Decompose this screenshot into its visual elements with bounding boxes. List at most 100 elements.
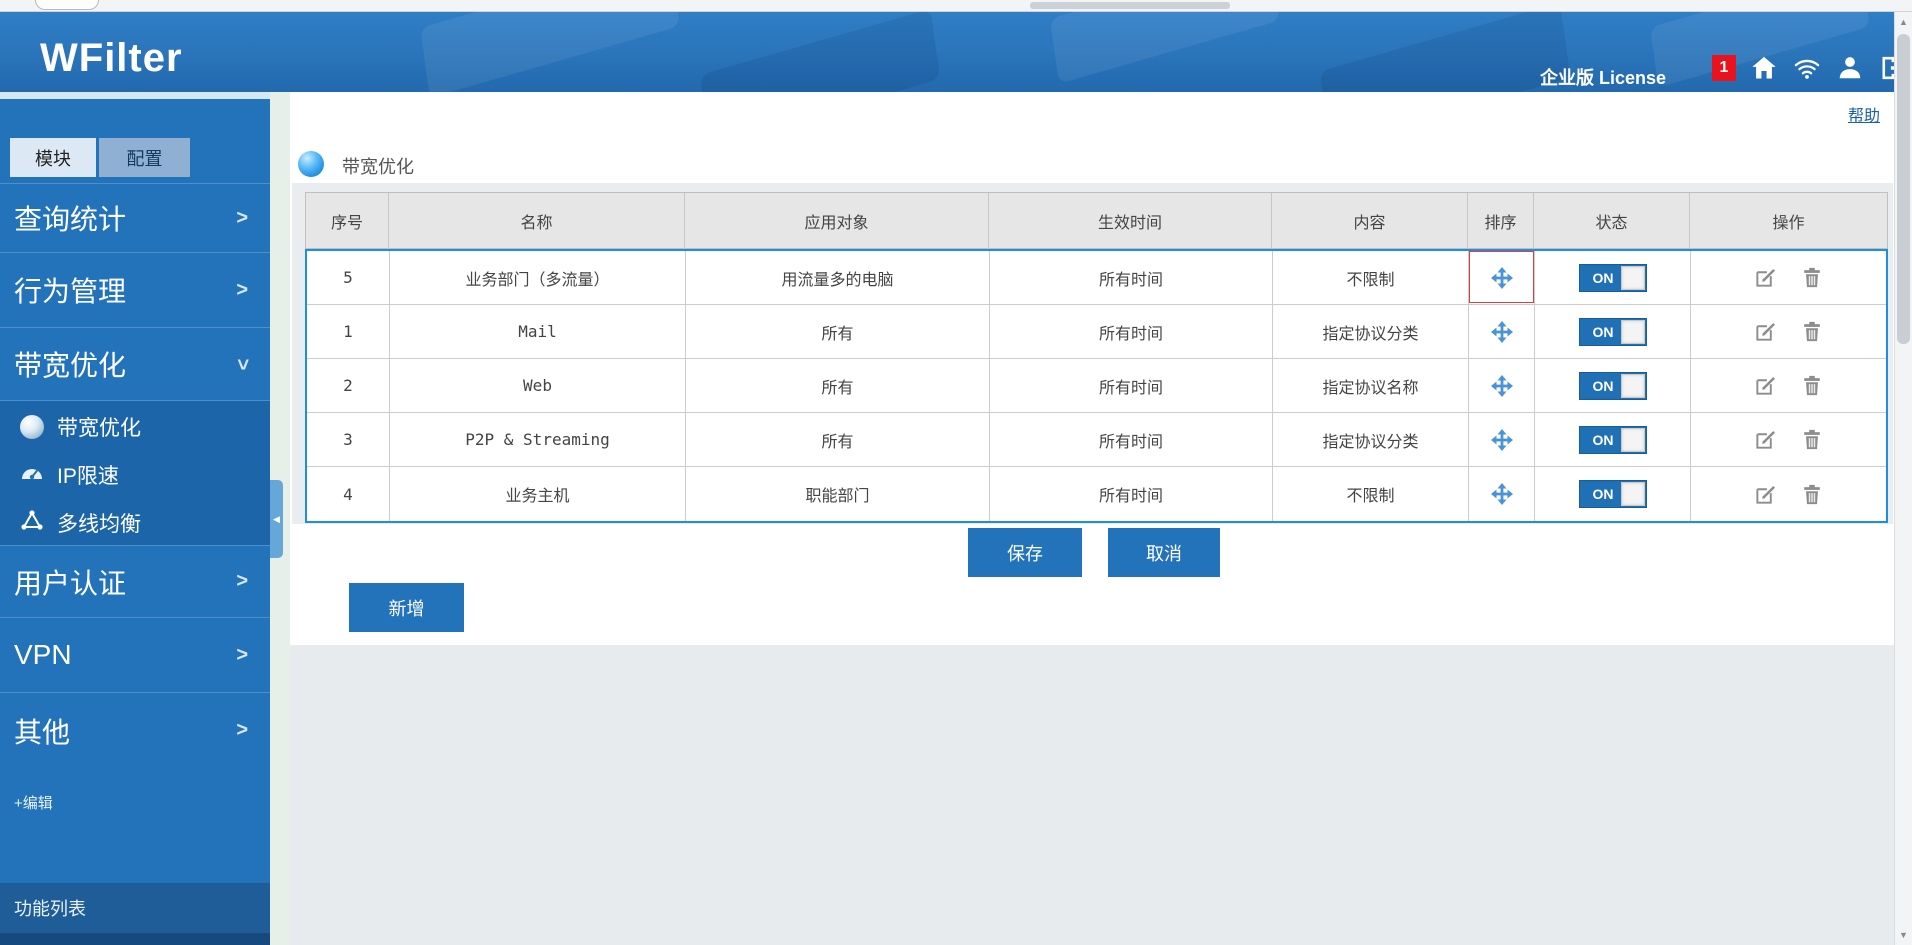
main-content: 帮助 带宽优化 序号 名称 应用对象 生效时间 内容 排序 状态 操作 5业务部… bbox=[290, 92, 1894, 945]
move-icon[interactable] bbox=[1490, 482, 1514, 506]
table-panel: 序号 名称 应用对象 生效时间 内容 排序 状态 操作 5业务部门（多流量）用流… bbox=[292, 183, 1893, 524]
column-header-status: 状态 bbox=[1534, 193, 1690, 248]
menu-label: 其他 bbox=[14, 711, 70, 751]
status-toggle[interactable]: ON bbox=[1579, 426, 1647, 454]
cancel-button[interactable]: 取消 bbox=[1108, 528, 1220, 577]
cell-target: 用流量多的电脑 bbox=[686, 251, 990, 305]
move-icon[interactable] bbox=[1490, 266, 1514, 290]
table-row: 2Web所有所有时间指定协议名称ON bbox=[307, 359, 1886, 413]
chevron-right-icon: > bbox=[236, 570, 248, 593]
cell-content: 不限制 bbox=[1273, 467, 1469, 521]
sidebar-item-query-stats[interactable]: 查询统计 > bbox=[0, 183, 270, 252]
home-icon[interactable] bbox=[1749, 53, 1779, 83]
cell-target: 所有 bbox=[686, 359, 990, 413]
save-button[interactable]: 保存 bbox=[968, 528, 1082, 577]
cell-target: 职能部门 bbox=[686, 467, 990, 521]
move-icon[interactable] bbox=[1490, 320, 1514, 344]
table-header-row: 序号 名称 应用对象 生效时间 内容 排序 状态 操作 bbox=[305, 192, 1888, 249]
table-row: 4业务主机职能部门所有时间不限制ON bbox=[307, 467, 1886, 521]
cell-seq: 2 bbox=[307, 359, 390, 413]
cell-time: 所有时间 bbox=[990, 305, 1273, 359]
status-toggle[interactable]: ON bbox=[1579, 318, 1647, 346]
trash-icon[interactable] bbox=[1800, 320, 1824, 344]
page-title: 带宽优化 bbox=[342, 153, 414, 179]
menu-label: 用户认证 bbox=[14, 562, 126, 602]
move-icon[interactable] bbox=[1490, 374, 1514, 398]
trash-icon[interactable] bbox=[1800, 266, 1824, 290]
keyboard-texture bbox=[1050, 12, 1280, 84]
column-header-content: 内容 bbox=[1272, 193, 1468, 248]
tab-label: 配置 bbox=[127, 145, 163, 171]
edit-icon[interactable] bbox=[1754, 320, 1778, 344]
cell-name: Web bbox=[390, 359, 686, 413]
help-link[interactable]: 帮助 bbox=[1848, 102, 1880, 126]
status-toggle[interactable]: ON bbox=[1579, 480, 1647, 508]
trash-icon[interactable] bbox=[1800, 482, 1824, 506]
edit-icon[interactable] bbox=[1754, 266, 1778, 290]
user-icon[interactable] bbox=[1835, 53, 1865, 83]
cell-time: 所有时间 bbox=[990, 467, 1273, 521]
sidebar-tab-modules[interactable]: 模块 bbox=[10, 138, 96, 177]
status-toggle[interactable]: ON bbox=[1579, 372, 1647, 400]
load-balance-icon bbox=[20, 509, 44, 537]
add-button[interactable]: 新增 bbox=[349, 583, 464, 632]
sidebar-collapse-handle[interactable]: ◀ bbox=[270, 480, 283, 558]
cell-name: Mail bbox=[390, 305, 686, 359]
sidebar-footer-function-list[interactable]: 功能列表 bbox=[0, 883, 270, 933]
submenu-label: IP限速 bbox=[57, 460, 119, 490]
menu-label: 行为管理 bbox=[14, 270, 126, 310]
sidebar-top-strip bbox=[0, 92, 270, 99]
sidebar-submenu: 带宽优化 IP限速 多线均衡 bbox=[0, 400, 270, 545]
sidebar-item-user-auth[interactable]: 用户认证 > bbox=[0, 545, 270, 617]
chevron-right-icon: > bbox=[236, 279, 248, 302]
status-toggle[interactable]: ON bbox=[1579, 264, 1647, 292]
edit-icon[interactable] bbox=[1754, 374, 1778, 398]
submenu-item-bandwidth-opt[interactable]: 带宽优化 bbox=[0, 403, 270, 451]
move-icon[interactable] bbox=[1490, 428, 1514, 452]
edit-icon[interactable] bbox=[1754, 482, 1778, 506]
submenu-item-ip-limit[interactable]: IP限速 bbox=[0, 451, 270, 499]
sidebar: 模块 配置 查询统计 > 行为管理 > 带宽优化 > 带宽优化 IP限速 多线均… bbox=[0, 92, 270, 945]
sidebar-edit-link[interactable]: +编辑 bbox=[14, 792, 53, 813]
menu-label: 查询统计 bbox=[14, 198, 126, 238]
notification-badge[interactable]: 1 bbox=[1712, 55, 1736, 81]
browser-tab-remnant bbox=[35, 0, 99, 10]
submenu-item-load-balance[interactable]: 多线均衡 bbox=[0, 499, 270, 547]
sidebar-item-bandwidth-opt[interactable]: 带宽优化 > bbox=[0, 327, 270, 400]
vertical-scrollbar-thumb[interactable] bbox=[1897, 34, 1910, 344]
sidebar-tab-config[interactable]: 配置 bbox=[99, 138, 190, 177]
toggle-knob bbox=[1621, 482, 1645, 506]
cell-name: 业务主机 bbox=[390, 467, 686, 521]
column-header-name: 名称 bbox=[389, 193, 685, 248]
app-logo: WFilter bbox=[40, 36, 183, 81]
trash-icon[interactable] bbox=[1800, 428, 1824, 452]
scroll-down-arrow[interactable]: ▼ bbox=[1895, 927, 1912, 943]
sidebar-item-vpn[interactable]: VPN > bbox=[0, 617, 270, 692]
cell-target: 所有 bbox=[686, 305, 990, 359]
sidebar-item-behavior-mgmt[interactable]: 行为管理 > bbox=[0, 252, 270, 327]
sidebar-item-others[interactable]: 其他 > bbox=[0, 692, 270, 768]
section-orb-icon bbox=[298, 151, 324, 177]
cell-seq: 1 bbox=[307, 305, 390, 359]
cell-content: 指定协议分类 bbox=[1273, 305, 1469, 359]
wifi-icon[interactable] bbox=[1792, 53, 1822, 83]
trash-icon[interactable] bbox=[1800, 374, 1824, 398]
column-header-sort: 排序 bbox=[1468, 193, 1534, 248]
vertical-scrollbar[interactable]: ▲ ▼ bbox=[1894, 12, 1912, 945]
license-label[interactable]: 企业版 License bbox=[1540, 64, 1666, 90]
chevron-right-icon: > bbox=[236, 207, 248, 230]
toggle-on-label: ON bbox=[1593, 270, 1614, 286]
scroll-up-arrow[interactable]: ▲ bbox=[1895, 14, 1912, 30]
horizontal-scrollbar-thumb[interactable] bbox=[1030, 2, 1230, 9]
edit-icon[interactable] bbox=[1754, 428, 1778, 452]
toggle-on-label: ON bbox=[1593, 324, 1614, 340]
cell-time: 所有时间 bbox=[990, 413, 1273, 467]
submenu-label: 带宽优化 bbox=[57, 412, 141, 442]
toggle-on-label: ON bbox=[1593, 432, 1614, 448]
toggle-on-label: ON bbox=[1593, 378, 1614, 394]
cell-seq: 3 bbox=[307, 413, 390, 467]
tab-label: 模块 bbox=[35, 145, 71, 171]
column-header-seq: 序号 bbox=[306, 193, 389, 248]
cell-content: 不限制 bbox=[1273, 251, 1469, 305]
app-header: WFilter 企业版 License 1 bbox=[0, 12, 1912, 92]
